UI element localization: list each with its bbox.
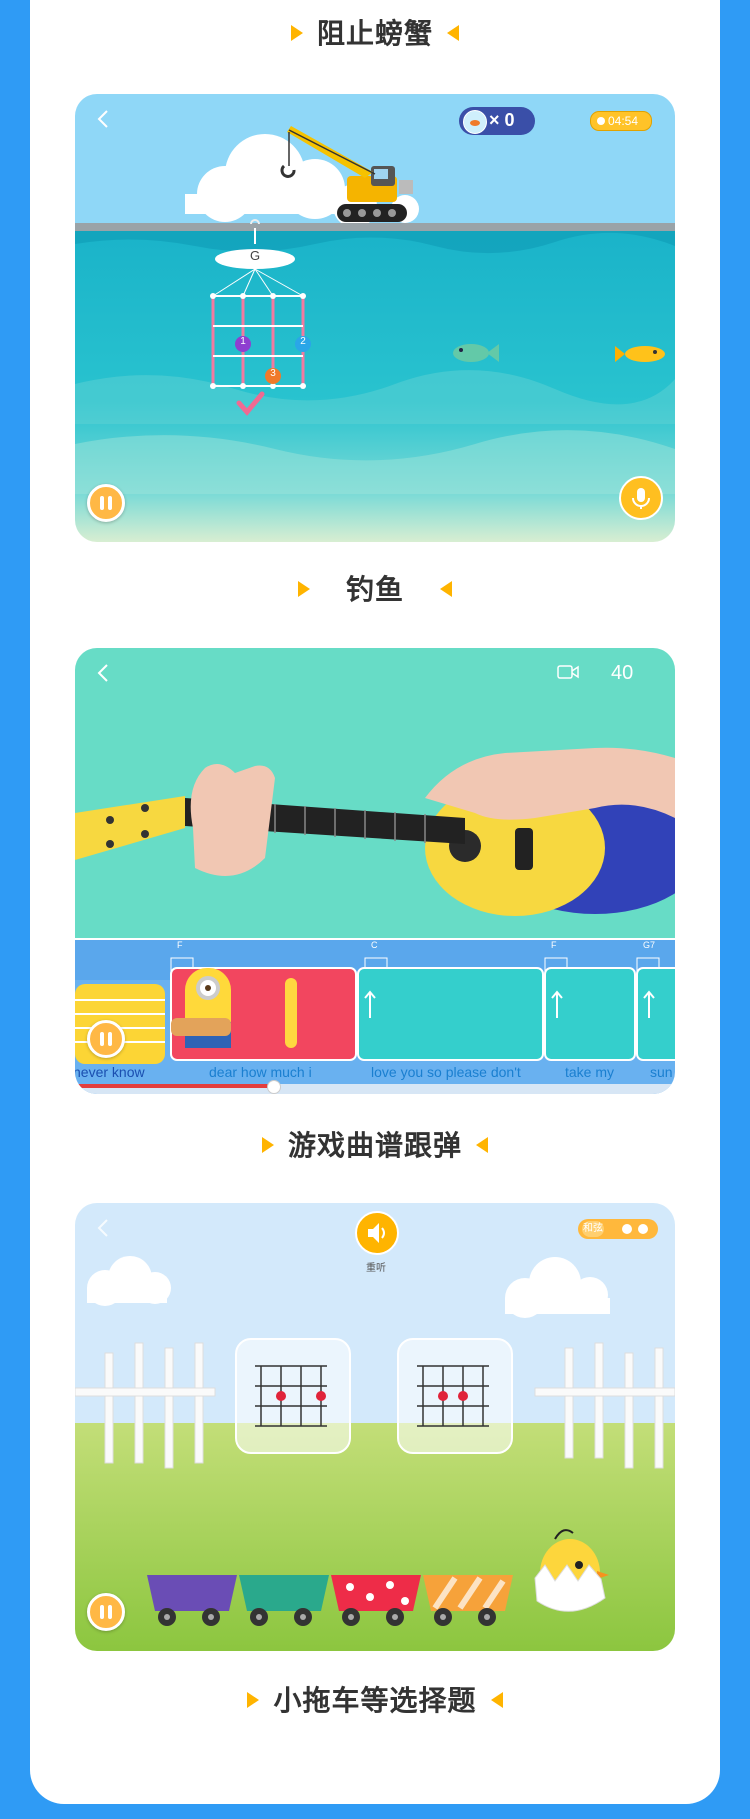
section-title-text: 游戏曲谱跟弹 (287, 1129, 462, 1162)
triangle-left-icon (440, 581, 452, 597)
microphone-icon (632, 488, 650, 509)
fishing-game-screen: × 0 04:54 G 1 2 3 (75, 94, 675, 542)
lyric-segment: dear how much i (209, 1064, 312, 1080)
ukulele-scene (75, 648, 675, 1094)
timer-text: 04:54 (608, 114, 639, 128)
chord-toggle[interactable]: 和弦 (578, 1219, 658, 1239)
chord-label: F (551, 940, 557, 950)
section-title-block-fishing: 钓鱼 (0, 568, 750, 608)
chord-label: F (177, 940, 183, 950)
song-progress-fill (75, 1084, 273, 1088)
lyric-segment: love you so please don't (371, 1064, 521, 1080)
song-playalong-screen: 40 F C F G7 never know dear how much i l… (75, 648, 675, 1094)
triangle-left-icon (476, 1137, 488, 1153)
triangle-left-icon (447, 25, 459, 41)
back-icon[interactable] (93, 662, 115, 684)
microphone-button[interactable] (619, 476, 663, 520)
triangle-right-icon (247, 1692, 260, 1708)
lyric-segment: never know (75, 1064, 145, 1080)
score-text: 40 (611, 662, 634, 684)
back-icon[interactable] (93, 1217, 115, 1239)
train-quiz-screen: 重听 和弦 (75, 1203, 675, 1651)
underwater-scene (75, 94, 675, 542)
fish-counter: × 0 (459, 107, 535, 135)
finger-marker-2: 2 (300, 336, 306, 347)
replay-label: 重听 (366, 1263, 386, 1274)
section-title-text: 小拖车等选择题 (273, 1684, 477, 1717)
finger-marker-3: 3 (270, 368, 276, 379)
triangle-right-icon (261, 1137, 274, 1153)
back-icon[interactable] (93, 108, 115, 130)
toggle-label: 和弦 (582, 1221, 604, 1237)
toggle-dot (622, 1224, 632, 1234)
lyric-segment: sun (650, 1064, 673, 1080)
lyric-segment: take my (565, 1064, 615, 1080)
pause-button[interactable] (87, 1020, 125, 1058)
chord-diagram-icon (417, 1365, 489, 1427)
replay-button[interactable] (355, 1211, 399, 1255)
section-title-block-song: 游戏曲谱跟弹 (0, 1124, 750, 1164)
chord-label: G7 (643, 940, 656, 950)
triangle-left-icon (490, 1692, 503, 1708)
timer-badge: 04:54 (590, 111, 652, 131)
pause-button[interactable] (87, 484, 125, 522)
clock-icon (597, 117, 605, 125)
triangle-right-icon (297, 581, 310, 597)
answer-option-2[interactable] (397, 1338, 513, 1454)
section-title-text: 钓鱼 (345, 573, 404, 606)
section-title-block-train: 小拖车等选择题 (0, 1679, 750, 1719)
finger-marker-1: 1 (240, 336, 246, 347)
triangle-right-icon (290, 25, 303, 41)
speaker-icon (368, 1223, 385, 1243)
video-camera-icon[interactable] (557, 664, 579, 680)
progress-handle[interactable] (267, 1080, 281, 1094)
section-title-block-crab: 阻止螃蟹 (0, 12, 750, 52)
fishbowl-icon (463, 110, 487, 134)
section-title-text: 阻止螃蟹 (316, 17, 433, 50)
fish-count-text: × 0 (489, 110, 515, 130)
chord-diagram-icon (255, 1365, 327, 1427)
toggle-dot (638, 1224, 648, 1234)
answer-option-1[interactable] (235, 1338, 351, 1454)
chord-label: C (371, 940, 378, 950)
pause-button[interactable] (87, 1593, 125, 1631)
chord-label: G (249, 248, 261, 263)
